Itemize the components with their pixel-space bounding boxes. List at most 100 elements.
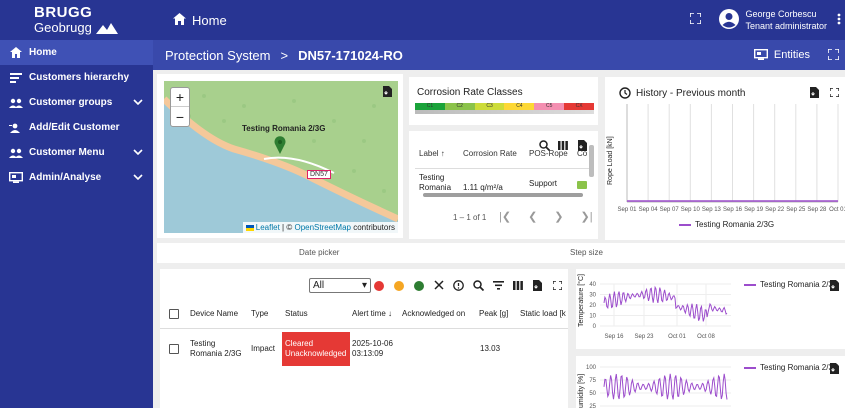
more-vert-icon[interactable] (837, 13, 841, 28)
x-tick-label: Sep 16 (723, 207, 743, 213)
group-icon (9, 147, 23, 159)
monitor-icon (9, 172, 23, 184)
top-bar: Home George Corbescu Tenant administrato… (153, 0, 845, 40)
column-header-device[interactable]: Device Name (190, 309, 238, 318)
corrosion-title: Corrosion Rate Classes (417, 87, 523, 98)
corrosion-class-c1: C1 (415, 103, 445, 110)
zoom-out-button[interactable]: − (171, 107, 189, 126)
next-page-icon[interactable]: ❯ (554, 210, 563, 223)
alarm-filter-select[interactable]: All ▾ (309, 278, 371, 293)
x-tick-label: Oct 01 (668, 334, 686, 340)
x-tick-label: Sep 23 (634, 334, 654, 340)
sidebar-item-label: Admin/Analyse (29, 172, 102, 183)
sidebar-item-add-edit-customer[interactable]: Add/Edit Customer (0, 115, 153, 140)
divider (160, 328, 568, 329)
download-icon[interactable] (533, 280, 542, 294)
ukraine-flag-icon (245, 224, 254, 231)
x-tick-label: Sep 25 (786, 207, 806, 213)
x-tick-label: Sep 16 (604, 334, 624, 340)
horizontal-scrollbar[interactable] (423, 193, 583, 197)
legend-label: Testing Romania 2/3G (695, 220, 775, 229)
column-header-rate[interactable]: Corrosion Rate (463, 149, 517, 158)
download-icon[interactable] (830, 280, 839, 294)
zoom-in-button[interactable]: + (171, 88, 189, 107)
column-header-static-load[interactable]: Static load [k (520, 309, 566, 318)
history-chart[interactable]: Sep 01 Sep 04 Sep 07 Sep 10 Sep 13 Sep 16 Sep … (605, 77, 845, 240)
sidebar-item-admin-analyse[interactable]: Admin/Analyse (0, 165, 153, 190)
chevron-down-icon (133, 97, 143, 108)
y-tick-label: 30 (589, 293, 596, 299)
download-icon[interactable] (830, 363, 839, 377)
sidebar-item-customer-groups[interactable]: Customer groups (0, 90, 153, 115)
chevron-down-icon (133, 147, 143, 158)
row-label: Testing Romania (419, 173, 452, 192)
red-severity-dot[interactable] (374, 281, 384, 291)
sort-icon (9, 72, 23, 84)
date-picker[interactable]: Date picker (299, 248, 339, 257)
column-header-peak[interactable]: Peak [g] (479, 309, 508, 318)
row-type: Impact (251, 344, 276, 353)
download-icon[interactable] (383, 86, 392, 100)
sidebar-item-home[interactable]: Home (0, 40, 153, 65)
filter-list-icon[interactable] (493, 281, 504, 293)
brand-line2: Geobrugg (34, 20, 92, 35)
osm-link[interactable]: OpenStreetMap (294, 223, 350, 232)
sidebar-item-label: Customer groups (29, 97, 113, 108)
zoom-control: + − (170, 87, 190, 127)
select-all-checkbox[interactable] (169, 309, 179, 319)
prev-page-icon[interactable]: ❮ (528, 210, 537, 223)
user-menu[interactable]: George Corbescu Tenant administrator (719, 8, 827, 32)
column-header-status[interactable]: Status (285, 309, 308, 318)
column-header-type[interactable]: Type (251, 309, 268, 318)
column-header-label[interactable]: Label ↑ (419, 149, 445, 158)
legend-swatch (744, 283, 756, 286)
vertical-scrollbar[interactable] (589, 145, 594, 177)
column-header-pos[interactable]: POS-Rope (529, 149, 568, 158)
step-size[interactable]: Step size (570, 248, 603, 257)
map-marker-label: Testing Romania 2/3G (242, 124, 326, 133)
humidity-legend[interactable]: Testing Romania 2/3G (744, 363, 839, 372)
y-tick-label: 50 (589, 391, 596, 397)
column-header-acknowledged[interactable]: Acknowledged on (402, 309, 465, 318)
history-chart-panel: History - Previous month Sep 01 Sep 04 Sep… (605, 77, 845, 240)
x-tick-label: Sep 28 (807, 207, 827, 213)
fullscreen-icon[interactable] (827, 47, 840, 63)
green-severity-dot[interactable] (414, 281, 424, 291)
info-icon[interactable] (453, 280, 464, 294)
x-tick-label: Sep 10 (681, 207, 701, 213)
column-header-alert-time[interactable]: Alert time ↓ (352, 309, 392, 318)
history-legend[interactable]: Testing Romania 2/3G (679, 220, 774, 229)
map-attribution: Leaflet | © OpenStreetMap contributors (242, 222, 398, 233)
sidebar-item-label: Add/Edit Customer (29, 122, 120, 133)
leaflet-link[interactable]: Leaflet (256, 223, 280, 232)
sidebar-item-customers-hierarchy[interactable]: Customers hierarchy (0, 65, 153, 90)
series-line (603, 285, 728, 322)
column-header-co[interactable]: Co (577, 149, 587, 158)
series-line (603, 373, 728, 400)
last-page-icon[interactable]: ❯| (581, 210, 593, 223)
row-checkbox[interactable] (169, 344, 179, 354)
row-peak: 13.03 (480, 344, 501, 353)
search-icon[interactable] (473, 280, 485, 294)
legend-label: Testing Romania 2/3G (760, 280, 840, 289)
x-tick-label: Oct 08 (697, 334, 715, 340)
fullscreen-icon[interactable] (552, 280, 563, 293)
account-circle-icon (719, 8, 740, 32)
x-tick-label: Oct 01 (829, 207, 845, 213)
map-marker-icon[interactable] (274, 136, 286, 157)
alarm-filter-value: All (313, 280, 325, 291)
columns-icon[interactable] (513, 281, 523, 293)
map-tiles[interactable] (164, 81, 398, 233)
first-page-icon[interactable]: |❮ (499, 210, 511, 223)
fullscreen-icon[interactable] (689, 12, 703, 27)
y-tick-label: 20 (589, 303, 596, 309)
sidebar-item-customer-menu[interactable]: Customer Menu (0, 140, 153, 165)
entities-button[interactable]: Entities (774, 49, 810, 61)
chevron-down-icon: ▾ (361, 280, 367, 291)
close-icon[interactable] (434, 280, 444, 293)
brand-logo[interactable]: BRUGG Geobrugg (0, 0, 153, 40)
orange-severity-dot[interactable] (394, 281, 404, 291)
temperature-legend[interactable]: Testing Romania 2/3G (744, 280, 839, 289)
map-widget[interactable]: + − Testing Romania 2/3G DN57 Leaflet | … (164, 81, 398, 233)
breadcrumb-section[interactable]: Protection System (165, 48, 271, 63)
